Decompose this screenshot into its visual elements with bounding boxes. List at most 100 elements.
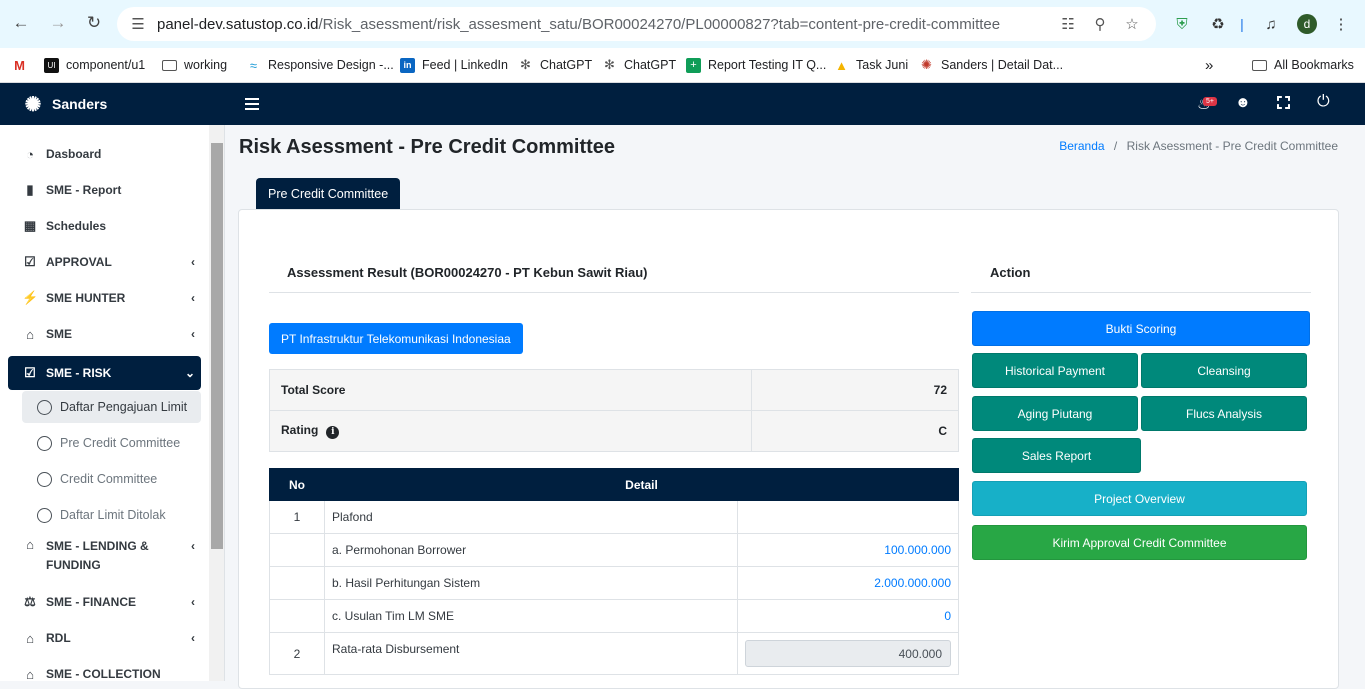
- aging-piutang-button[interactable]: Aging Piutang: [972, 396, 1138, 431]
- sidebar-item-sme-report[interactable]: ▮ SME - Report: [8, 173, 201, 207]
- bookmark-working[interactable]: working: [162, 54, 227, 76]
- back-icon[interactable]: ←: [10, 12, 32, 34]
- hamburger-icon[interactable]: [245, 94, 259, 114]
- circle-icon: [37, 471, 52, 487]
- zoom-icon[interactable]: ⚲: [1091, 15, 1109, 33]
- circle-icon: [37, 435, 52, 451]
- chevron-left-icon: ‹: [191, 595, 195, 609]
- bookmark-label: Task Juni: [856, 58, 909, 72]
- sidebar-subitem-credit-committee[interactable]: Credit Committee: [22, 463, 201, 495]
- sidebar-item-dasboard[interactable]: ◔ Dasboard: [8, 137, 201, 171]
- more-bookmarks-icon[interactable]: »: [1205, 54, 1213, 76]
- flucs-analysis-button[interactable]: Flucs Analysis: [1141, 396, 1307, 431]
- bookmark-linkedin[interactable]: in Feed | LinkedIn: [400, 54, 508, 76]
- address-bar[interactable]: ☰ panel-dev.satustop.co.id/Risk_asessmen…: [117, 7, 1156, 41]
- sheets-icon: +: [686, 57, 701, 73]
- row-label: Plafond: [324, 500, 738, 534]
- shield-extension-icon[interactable]: ⛨: [1172, 14, 1192, 34]
- menu-icon[interactable]: ⋮: [1331, 14, 1351, 34]
- project-overview-button[interactable]: Project Overview: [972, 481, 1307, 516]
- bolt-icon: ⚡: [22, 290, 39, 305]
- sidebar: ◔ Dasboard ▮ SME - Report ▦ Schedules ☑ APPR…: [0, 125, 225, 681]
- sidebar-item-label-wrap: SME - LENDING & FUNDING: [46, 537, 149, 575]
- sales-report-button[interactable]: Sales Report: [972, 438, 1141, 473]
- info-icon[interactable]: i: [326, 425, 340, 439]
- bookmark-chatgpt-1[interactable]: ✻ ChatGPT: [518, 54, 592, 76]
- rating-cell: Rating i: [269, 410, 752, 452]
- extensions-icon[interactable]: ♻: [1208, 14, 1228, 34]
- breadcrumb-home-link[interactable]: Beranda: [1059, 139, 1104, 153]
- sidebar-subitem-daftar-pengajuan-limit[interactable]: Daftar Pengajuan Limit: [22, 391, 201, 423]
- column-header-no: No: [269, 468, 325, 501]
- row-value: 100.000.000: [737, 533, 959, 567]
- bookmark-sanders[interactable]: ✺ Sanders | Detail Dat...: [919, 54, 1063, 76]
- cleansing-button[interactable]: Cleansing: [1141, 353, 1307, 388]
- disbursement-readonly-field[interactable]: 400.000: [745, 640, 951, 667]
- power-icon[interactable]: ⏻: [1317, 93, 1330, 111]
- wave-icon: ≈: [249, 57, 258, 73]
- sidebar-item-rdl[interactable]: ⌂ RDL ‹: [8, 621, 201, 655]
- sidebar-item-sme-collection[interactable]: ⌂ SME - COLLECTION: [8, 657, 201, 682]
- bookmark-star-icon[interactable]: ☆: [1123, 15, 1141, 33]
- sidebar-item-label: RDL: [46, 631, 71, 645]
- chevron-left-icon: ‹: [191, 291, 195, 305]
- sidebar-subitem-pre-credit-committee[interactable]: Pre Credit Committee: [22, 427, 201, 459]
- sidebar-item-approval[interactable]: ☑ APPROVAL ‹: [8, 245, 201, 279]
- sidebar-subitem-daftar-limit-ditolak[interactable]: Daftar Limit Ditolak: [22, 499, 201, 531]
- breadcrumb: Beranda / Risk Asessment - Pre Credit Co…: [1059, 139, 1338, 153]
- sidebar-item-sme[interactable]: ⌂ SME ‹: [8, 317, 201, 351]
- tab-pre-credit-committee[interactable]: Pre Credit Committee: [256, 178, 401, 209]
- bookmark-gmail[interactable]: M: [12, 54, 34, 76]
- all-bookmarks[interactable]: All Bookmarks: [1252, 54, 1354, 76]
- site-info-icon[interactable]: ☰: [129, 15, 147, 33]
- url-text[interactable]: panel-dev.satustop.co.id/Risk_asessment/…: [157, 16, 1000, 33]
- sidebar-subitem-label: Daftar Pengajuan Limit: [60, 400, 188, 414]
- sidebar-item-label: Schedules: [46, 219, 107, 233]
- calendar-icon: ▦: [23, 218, 37, 233]
- bookmark-responsive[interactable]: ≈ Responsive Design -...: [246, 54, 394, 76]
- bookmark-component[interactable]: UI component/u1: [44, 54, 145, 76]
- bookmark-task-juni[interactable]: ▲ Task Juni: [834, 54, 908, 76]
- check-square-icon: ☑: [24, 254, 36, 269]
- sidebar-item-sme-lending-funding[interactable]: ⌂ SME - LENDING & FUNDING ‹: [8, 533, 201, 573]
- notification-badge: 5+: [1203, 97, 1217, 106]
- bukti-scoring-button[interactable]: Bukti Scoring: [972, 311, 1310, 346]
- chevron-left-icon: ‹: [191, 255, 195, 269]
- sidebar-item-sme-hunter[interactable]: ⚡ SME HUNTER ‹: [8, 281, 201, 315]
- chevron-left-icon: ‹: [191, 539, 195, 553]
- column-header-detail: Detail: [324, 468, 959, 501]
- sidebar-item-sme-finance[interactable]: ⚖ SME - FINANCE ‹: [8, 585, 201, 619]
- balance-icon: ⚖: [24, 594, 36, 609]
- bookmark-chatgpt-2[interactable]: ✻ ChatGPT: [602, 54, 676, 76]
- sidebar-item-sme-risk[interactable]: ☑ SME - RISK ⌄: [8, 356, 201, 390]
- top-navbar: ♨ 5+ ☻ ⏻: [225, 83, 1365, 125]
- brand[interactable]: ✺ Sanders: [0, 83, 225, 125]
- total-score-value: 72: [751, 369, 959, 411]
- table-row: Rating i C: [269, 410, 959, 452]
- row-number: [269, 599, 325, 633]
- bookmark-report-testing[interactable]: + Report Testing IT Q...: [686, 54, 826, 76]
- detail-table: No Detail 1 Plafond a. Permohonan Borrow…: [269, 468, 959, 675]
- translate-icon[interactable]: ☷: [1059, 15, 1077, 33]
- sidebar-scrollbar-thumb[interactable]: [211, 143, 223, 549]
- sidebar-item-schedules[interactable]: ▦ Schedules: [8, 209, 201, 243]
- rating-label: Rating: [281, 423, 319, 438]
- fullscreen-icon[interactable]: [1277, 96, 1290, 109]
- bookmark-label: Feed | LinkedIn: [422, 58, 508, 72]
- company-button[interactable]: PT Infrastruktur Telekomunikasi Indonesi…: [269, 323, 523, 354]
- sidebar-item-label: SME - Report: [46, 183, 122, 197]
- media-icon[interactable]: ♫: [1261, 14, 1281, 34]
- profile-avatar[interactable]: d: [1297, 14, 1317, 34]
- chatgpt-icon: ✻: [520, 57, 531, 72]
- reload-icon[interactable]: ↻: [83, 12, 105, 34]
- row-number: 2: [269, 632, 325, 675]
- file-icon: ▮: [26, 182, 34, 197]
- user-icon[interactable]: ☻: [1235, 94, 1253, 112]
- brand-name: Sanders: [52, 96, 108, 112]
- historical-payment-button[interactable]: Historical Payment: [972, 353, 1138, 388]
- table-row: 1 Plafond: [269, 500, 959, 534]
- kirim-approval-button[interactable]: Kirim Approval Credit Committee: [972, 525, 1307, 560]
- forward-icon[interactable]: →: [47, 12, 69, 34]
- browser-toolbar: ← → ↻ ☰ panel-dev.satustop.co.id/Risk_as…: [0, 0, 1365, 48]
- folder-icon: [1252, 59, 1267, 71]
